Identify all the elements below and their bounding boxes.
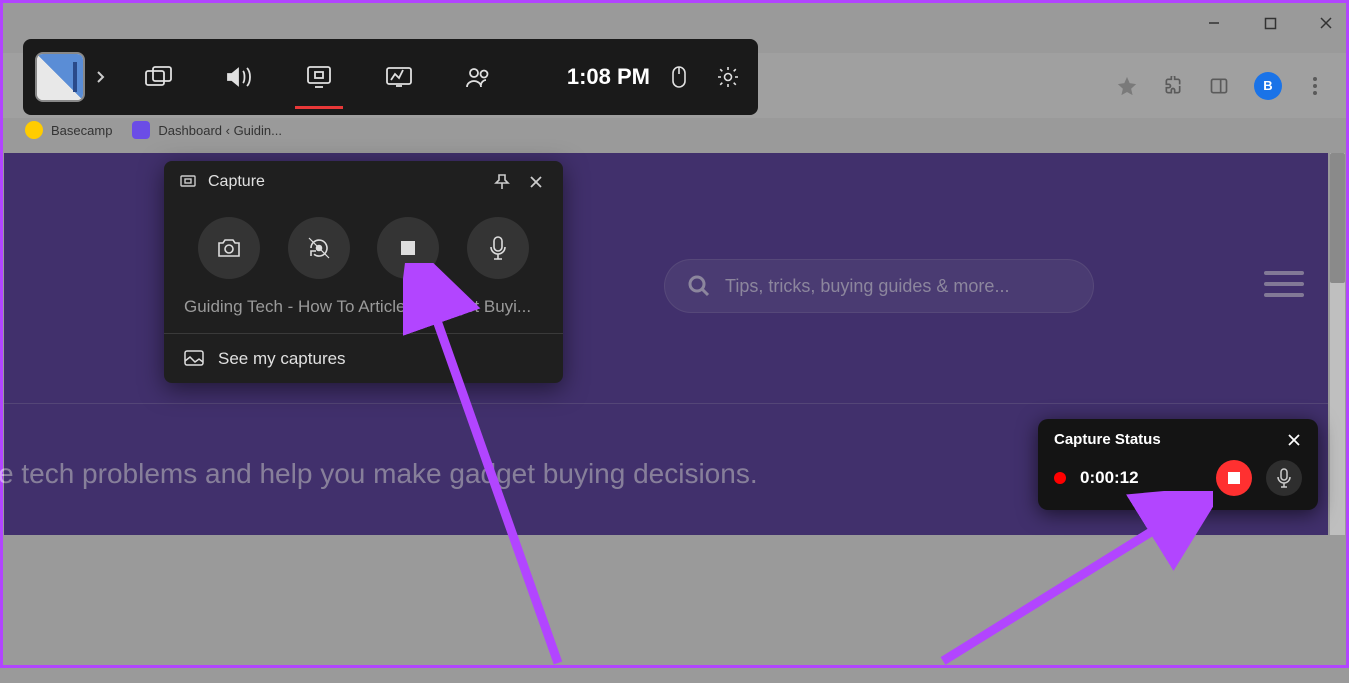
- stop-icon: [1228, 472, 1240, 484]
- capture-status-widget: Capture Status 0:00:12: [1038, 419, 1318, 510]
- profile-avatar[interactable]: B: [1254, 72, 1282, 100]
- bookmark-item[interactable]: Basecamp: [25, 121, 112, 139]
- stop-recording-button[interactable]: [1216, 460, 1252, 496]
- minimize-button[interactable]: [1202, 11, 1226, 35]
- guidingtech-favicon-icon: [132, 121, 150, 139]
- audio-button[interactable]: [199, 39, 279, 115]
- page-subheading: ve tech problems and help you make gadge…: [0, 458, 758, 490]
- xbox-social-icon: [465, 66, 493, 88]
- xbox-game-bar: 1:08 PM: [23, 39, 758, 115]
- maximize-button[interactable]: [1258, 11, 1282, 35]
- gallery-icon: [184, 350, 204, 368]
- microphone-icon: [1277, 468, 1291, 488]
- divider: [4, 403, 1328, 404]
- pin-icon: [493, 173, 511, 191]
- record-last-icon: [306, 235, 332, 261]
- microphone-icon: [488, 235, 508, 261]
- close-button[interactable]: [1314, 11, 1338, 35]
- settings-button[interactable]: [716, 65, 740, 89]
- record-last-button[interactable]: [288, 217, 350, 279]
- capture-status-title: Capture Status: [1054, 431, 1161, 448]
- bookmark-item[interactable]: Dashboard ‹ Guidin...: [132, 121, 282, 139]
- capture-icon: [306, 65, 332, 89]
- chevron-right-icon[interactable]: [95, 70, 105, 84]
- camera-icon: [216, 237, 242, 259]
- browser-menu-button[interactable]: [1306, 77, 1324, 95]
- audio-icon: [225, 65, 253, 89]
- capture-widget: Capture Guiding Tech - How To Articles, …: [164, 161, 563, 383]
- mic-toggle-button[interactable]: [467, 217, 529, 279]
- recording-indicator-icon: [1054, 472, 1066, 484]
- screenshot-button[interactable]: [198, 217, 260, 279]
- close-icon: [528, 174, 544, 190]
- scrollbar[interactable]: [1330, 153, 1345, 535]
- capture-button[interactable]: [279, 39, 359, 115]
- search-placeholder: Tips, tricks, buying guides & more...: [725, 276, 1009, 297]
- capture-widget-title: Capture: [208, 173, 265, 191]
- bookmark-label: Dashboard ‹ Guidin...: [158, 123, 282, 138]
- basecamp-favicon-icon: [25, 121, 43, 139]
- active-window-title: Guiding Tech - How To Articles, Gadget B…: [164, 289, 563, 333]
- star-icon[interactable]: [1116, 75, 1138, 97]
- clock: 1:08 PM: [547, 64, 670, 90]
- elapsed-time: 0:00:12: [1080, 468, 1202, 488]
- see-captures-button[interactable]: See my captures: [164, 333, 563, 383]
- widgets-button[interactable]: [119, 39, 199, 115]
- extensions-icon[interactable]: [1162, 75, 1184, 97]
- gear-icon: [716, 65, 740, 89]
- search-icon: [687, 274, 711, 298]
- stop-icon: [398, 238, 418, 258]
- performance-button[interactable]: [359, 39, 439, 115]
- social-button[interactable]: [439, 39, 519, 115]
- bookmark-label: Basecamp: [51, 123, 112, 138]
- performance-icon: [385, 66, 413, 88]
- see-captures-label: See my captures: [218, 349, 346, 369]
- scrollbar-thumb[interactable]: [1330, 153, 1345, 283]
- close-widget-button[interactable]: [525, 171, 547, 193]
- mouse-icon[interactable]: [670, 65, 688, 89]
- sidepanel-icon[interactable]: [1208, 75, 1230, 97]
- search-input[interactable]: Tips, tricks, buying guides & more...: [664, 259, 1094, 313]
- menu-button[interactable]: [1264, 271, 1304, 297]
- pin-button[interactable]: [491, 171, 513, 193]
- capture-widget-icon: [180, 174, 196, 190]
- widgets-icon: [145, 66, 173, 88]
- close-icon: [1286, 432, 1302, 448]
- stop-record-button[interactable]: [377, 217, 439, 279]
- active-app-icon[interactable]: [35, 52, 85, 102]
- mic-status-button[interactable]: [1266, 460, 1302, 496]
- close-status-button[interactable]: [1286, 432, 1302, 448]
